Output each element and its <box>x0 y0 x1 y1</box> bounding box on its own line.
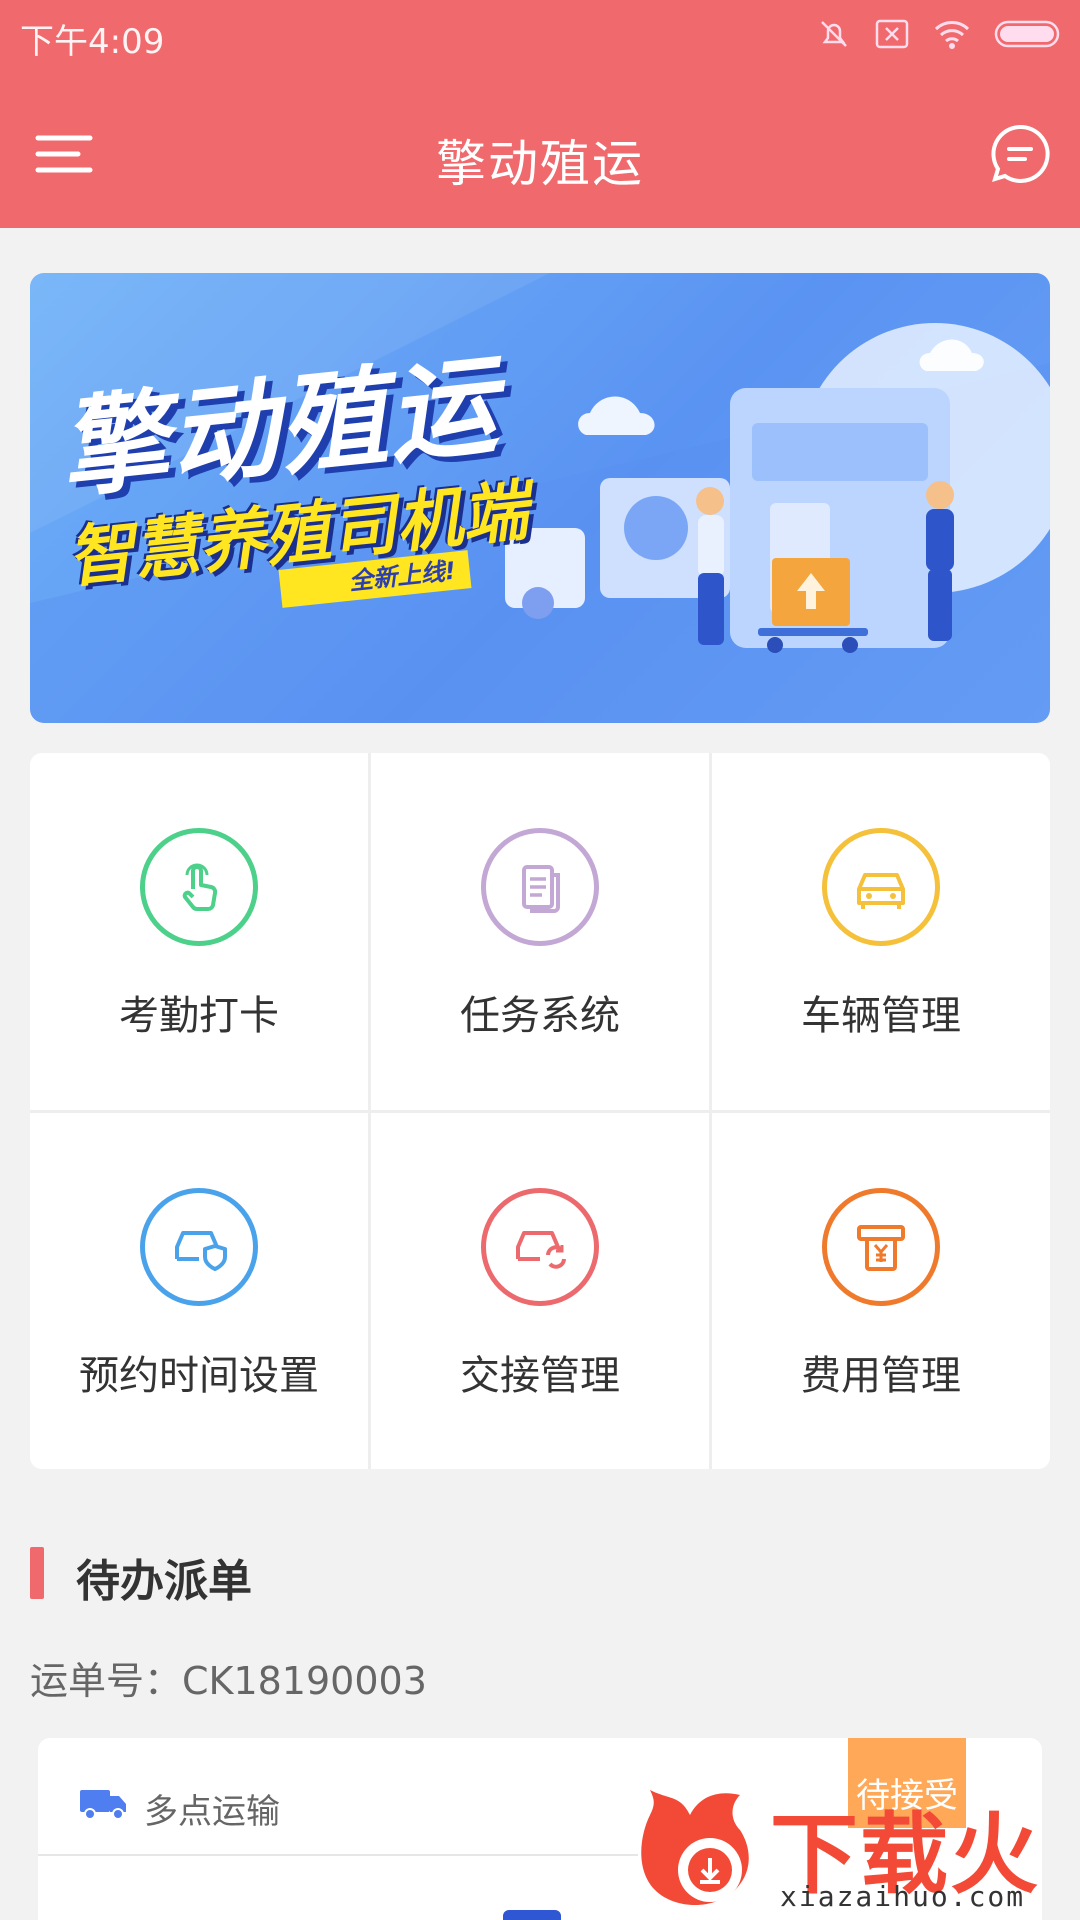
yuan-receipt-icon <box>857 1225 905 1271</box>
attendance-icon-ring <box>140 828 258 946</box>
menu-item-expenses[interactable]: 费用管理 <box>712 1113 1050 1469</box>
mute-bell-icon <box>821 21 847 47</box>
status-icons <box>816 16 1062 52</box>
transport-type: 多点运输 <box>144 1792 280 1832</box>
car-shield-icon <box>175 1231 227 1271</box>
promo-banner[interactable]: 擎动殖运 智慧养殖司机端 全新上线! <box>30 273 1050 723</box>
status-bar: 下午4:09 <box>0 0 1080 75</box>
menu-item-handover[interactable]: 交接管理 <box>371 1113 709 1469</box>
finger-tap-icon <box>182 863 218 911</box>
appointment-label: 预约时间设置 <box>79 1353 319 1399</box>
tasks-icon-ring <box>481 828 599 946</box>
handover-icon-ring <box>481 1188 599 1306</box>
appointment-icon-ring <box>140 1188 258 1306</box>
document-icon <box>522 865 560 913</box>
app-title: 擎动殖运 <box>436 135 644 193</box>
app-bar: 擎动殖运 <box>0 100 1080 210</box>
section-accent-bar <box>30 1547 44 1599</box>
menu-item-tasks[interactable]: 任务系统 <box>371 753 709 1110</box>
car-icon <box>857 873 905 909</box>
expenses-label: 费用管理 <box>801 1353 961 1399</box>
menu-item-vehicles[interactable]: 车辆管理 <box>712 753 1050 1110</box>
vehicles-label: 车辆管理 <box>801 993 961 1039</box>
order-number: 运单号：CK18190003 <box>30 1659 427 1703</box>
blue-chip <box>503 1910 561 1920</box>
menu-item-appointment[interactable]: 预约时间设置 <box>30 1113 368 1469</box>
attendance-label: 考勤打卡 <box>119 993 279 1039</box>
section-title: 待办派单 <box>76 1556 252 1607</box>
handover-label: 交接管理 <box>460 1353 620 1399</box>
top-bar: 下午4:09 擎动殖运 <box>0 0 1080 228</box>
battery-icon <box>994 20 1060 48</box>
chat-bubble-icon <box>991 124 1050 183</box>
car-sync-icon <box>516 1231 566 1269</box>
grid-divider <box>30 1110 1050 1113</box>
sim-off-icon <box>875 19 909 49</box>
message-button[interactable] <box>988 122 1052 186</box>
tasks-label: 任务系统 <box>460 993 620 1039</box>
expenses-icon-ring <box>822 1188 940 1306</box>
vehicles-icon-ring <box>822 828 940 946</box>
wifi-icon <box>934 21 970 49</box>
watermark: 下载火 xiazaihuo.com <box>640 1770 1080 1920</box>
card-divider <box>38 1854 638 1856</box>
watermark-url: xiazaihuo.com <box>780 1880 1026 1913</box>
truck-icon <box>80 1790 126 1820</box>
menu-item-attendance[interactable]: 考勤打卡 <box>30 753 368 1110</box>
flame-logo-icon <box>641 1790 749 1905</box>
status-time: 下午4:09 <box>20 22 165 62</box>
feature-grid: 考勤打卡 任务系统 车辆管理 预约时间设置 交接管理 费用管理 <box>30 753 1050 1469</box>
